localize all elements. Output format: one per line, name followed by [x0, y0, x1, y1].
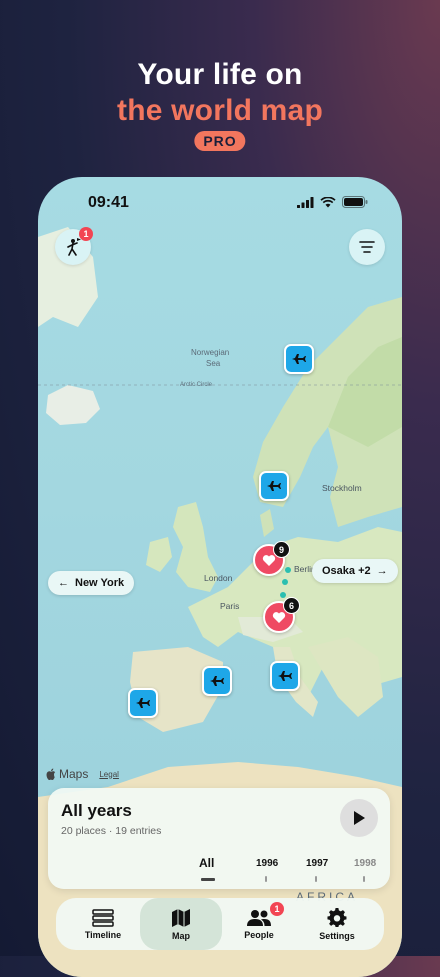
- legal-link[interactable]: Legal: [99, 770, 119, 779]
- panel-title: All years: [61, 801, 132, 820]
- flight-marker[interactable]: [128, 688, 158, 718]
- city-label-paris: Paris: [220, 601, 240, 611]
- airplane-icon: [278, 671, 292, 681]
- play-icon: [354, 811, 365, 825]
- marker-count: 9: [273, 541, 290, 558]
- year-selector[interactable]: All 1996 1997 1998: [199, 848, 390, 884]
- status-time: 09:41: [88, 194, 129, 211]
- flag-person-icon: [67, 238, 81, 256]
- status-bar: 09:41: [38, 177, 402, 231]
- arrow-left-icon: ←: [58, 577, 69, 589]
- airplane-icon: [210, 676, 224, 686]
- map-icon: [172, 908, 190, 927]
- offscreen-new-york-pill[interactable]: ← New York: [48, 571, 135, 595]
- heart-icon: [272, 611, 286, 623]
- timeline-icon: [92, 908, 114, 927]
- offscreen-place-label: New York: [75, 577, 125, 589]
- tab-people[interactable]: People 1: [218, 898, 300, 950]
- flight-marker[interactable]: [284, 344, 314, 374]
- airplane-icon: [267, 481, 281, 491]
- city-label-london: London: [204, 573, 233, 583]
- promo-headline-line1: Your life on: [137, 58, 303, 91]
- filter-icon: [359, 241, 375, 253]
- airplane-icon: [292, 354, 306, 364]
- wifi-icon: [320, 196, 336, 207]
- city-label-stockholm: Stockholm: [322, 483, 362, 493]
- arctic-circle-label: Arctic Circle: [180, 382, 213, 388]
- battery-icon: [342, 196, 368, 208]
- tab-label: People: [244, 929, 274, 940]
- flight-marker[interactable]: [259, 471, 289, 501]
- flight-marker[interactable]: [202, 666, 232, 696]
- year-option[interactable]: 1996: [256, 858, 278, 869]
- offscreen-place-label: Osaka +2: [322, 565, 371, 577]
- play-button[interactable]: [340, 799, 378, 837]
- apple-logo-icon: [46, 768, 56, 780]
- panel-subtitle: 20 places · 19 entries: [61, 825, 162, 837]
- arrow-right-icon: →: [376, 565, 388, 577]
- people-badge: 1: [270, 902, 284, 916]
- year-tick-selected: [201, 878, 215, 881]
- marker-count: 6: [283, 597, 300, 614]
- tab-label: Timeline: [84, 929, 122, 940]
- heart-icon: [262, 554, 276, 566]
- sea-label: Sea: [206, 359, 221, 368]
- filter-button[interactable]: [349, 229, 385, 265]
- phone-screen: Norwegian Sea Arctic Circle Berlin Stock…: [38, 177, 402, 977]
- offscreen-osaka-pill[interactable]: Osaka +2 →: [312, 559, 398, 583]
- year-option[interactable]: 1997: [306, 858, 328, 869]
- tab-bar: Timeline Map People 1 Settings: [56, 898, 384, 950]
- year-tick: [363, 876, 365, 882]
- flight-marker[interactable]: [270, 661, 300, 691]
- promo-headline-line2: the world map: [117, 94, 323, 127]
- pro-badge: PRO: [194, 131, 246, 151]
- signal-icon: [297, 196, 314, 208]
- year-panel: All years 20 places · 19 entries All 199…: [48, 788, 390, 889]
- airplane-icon: [136, 698, 150, 708]
- year-option-all[interactable]: All: [199, 856, 214, 870]
- year-tick: [315, 876, 317, 882]
- maps-label: Maps: [59, 767, 89, 781]
- tab-timeline[interactable]: Timeline: [62, 898, 144, 950]
- people-icon: [247, 909, 271, 926]
- status-icons: [297, 196, 368, 208]
- tab-map[interactable]: Map: [140, 898, 222, 950]
- maps-attribution: Maps Legal: [46, 767, 119, 781]
- tab-label: Map: [172, 930, 190, 941]
- tab-settings[interactable]: Settings: [296, 898, 378, 950]
- year-tick: [265, 876, 267, 882]
- gear-icon: [327, 907, 347, 927]
- year-option[interactable]: 1998: [354, 858, 376, 869]
- tab-label: Settings: [319, 930, 355, 941]
- notification-badge: 1: [79, 227, 93, 241]
- norwegian-sea-label: Norwegian: [191, 348, 230, 357]
